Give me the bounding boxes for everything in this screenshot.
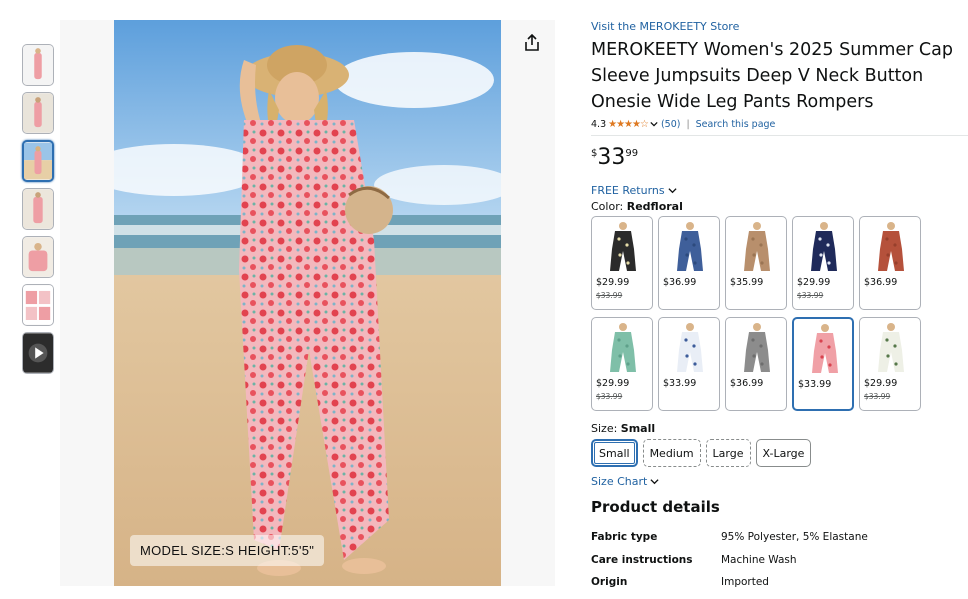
product-title: MEROKEETY Women's 2025 Summer Cap Sleeve… [591,40,953,112]
swatch-list-price: $33.99 [596,291,623,300]
product-photo [114,20,501,586]
color-swatch-khaki[interactable]: $35.99 [725,216,787,310]
thumbnail-2[interactable] [22,92,54,134]
size-options: Small Medium Large X-Large [591,439,968,467]
color-prefix: Color: [591,200,627,213]
model-size-label: MODEL SIZE:S HEIGHT:5'5" [130,535,325,566]
chevron-down-icon [668,188,677,194]
color-swatch-grid: $29.99 $33.99 $36.99 $35.99 $29.99 $33.99 $36.… [591,216,926,411]
color-selected-value: Redfloral [626,200,683,213]
size-chart-label: Size Chart [591,475,648,488]
size-prefix: Size: [591,422,621,435]
free-returns-link[interactable]: FREE Returns [591,184,968,197]
price-whole: 33 [597,145,626,170]
main-product-image[interactable]: MODEL SIZE:S HEIGHT:5'5" [60,20,555,586]
detail-value: 95% Polyester, 5% Elastane [721,531,868,544]
size-label: Size: Small [591,422,968,435]
swatch-price: $36.99 [730,378,764,389]
detail-value: Imported [721,576,769,589]
product-details-heading: Product details [591,498,720,516]
swatch-price: $36.99 [864,277,898,288]
swatch-image [598,322,648,374]
color-swatch-mint[interactable]: $29.99 $33.99 [591,317,653,411]
detail-key: Care instructions [591,553,693,566]
price-fraction: 99 [625,148,639,159]
size-option-small[interactable]: Small [591,439,638,467]
detail-value: Machine Wash [721,553,797,566]
free-returns-label: FREE Returns [591,184,665,197]
size-chart-link[interactable]: Size Chart [591,475,968,488]
share-button[interactable] [519,30,545,56]
chevron-down-icon [650,479,659,485]
swatch-image [732,322,782,374]
separator: | [686,118,690,130]
swatch-price: $36.99 [663,277,697,288]
thumbnail-3-selected[interactable] [22,140,54,182]
color-swatch-black-floral[interactable]: $29.99 $33.99 [591,216,653,310]
color-swatch-rust[interactable]: $36.99 [859,216,921,310]
rating-count-link[interactable]: (50) [661,119,681,130]
size-selected-value: Small [620,422,656,435]
swatch-price: $35.99 [730,277,764,288]
color-swatch-blue[interactable]: $36.99 [658,216,720,310]
color-swatch-red-floral[interactable]: $33.99 [792,317,854,411]
star-rating-icon[interactable]: ★★★★☆ [608,119,649,130]
chevron-down-icon[interactable] [650,120,658,128]
divider [591,135,968,136]
swatch-list-price: $33.99 [596,392,623,401]
swatch-price: $29.99 [797,277,831,288]
size-option-medium[interactable]: Medium [642,439,701,467]
size-option-large[interactable]: Large [705,439,751,467]
thumbnail-4[interactable] [22,188,54,230]
detail-row-origin: Origin Imported [591,571,968,594]
swatch-image [866,221,916,273]
detail-row-care: Care instructions Machine Wash [591,549,968,572]
thumbnail-video[interactable] [22,332,54,374]
swatch-image [866,322,916,374]
swatch-price: $29.99 [864,378,898,389]
price: $ 33 99 [591,146,968,172]
swatch-price: $29.99 [596,378,630,389]
thumbnail-1[interactable] [22,44,54,86]
rating-row: 4.3 ★★★★☆ (50) | Search this page [591,117,968,131]
thumbnail-strip [22,44,56,380]
color-label: Color: Redfloral [591,200,968,213]
swatch-image [800,323,850,375]
swatch-list-price: $33.99 [864,392,891,401]
play-video-icon [23,333,53,373]
color-swatch-white-blue-floral[interactable]: $33.99 [658,317,720,411]
thumbnail-5[interactable] [22,236,54,278]
swatch-price: $33.99 [798,379,832,390]
store-link[interactable]: Visit the MEROKEETY Store [591,20,968,33]
swatch-price: $29.99 [596,277,630,288]
share-icon [525,34,539,51]
detail-key: Origin [591,576,628,589]
search-this-page-link[interactable]: Search this page [696,119,776,130]
swatch-image [732,221,782,273]
thumbnail-6[interactable] [22,284,54,326]
swatch-image [799,221,849,273]
swatch-image [598,221,648,273]
swatch-price: $33.99 [663,378,697,389]
color-swatch-navy-floral[interactable]: $29.99 $33.99 [792,216,854,310]
detail-row-fabric: Fabric type 95% Polyester, 5% Elastane [591,526,968,549]
detail-key: Fabric type [591,531,658,544]
color-swatch-white-green-floral[interactable]: $29.99 $33.99 [859,317,921,411]
swatch-list-price: $33.99 [797,291,824,300]
swatch-image [665,322,715,374]
product-details-column: Visit the MEROKEETY Store MEROKEETY Wome… [591,20,968,594]
rating-value: 4.3 [591,118,607,130]
swatch-image [665,221,715,273]
product-details-table: Fabric type 95% Polyester, 5% Elastane C… [591,526,968,594]
color-swatch-grey[interactable]: $36.99 [725,317,787,411]
size-option-x-large[interactable]: X-Large [755,439,812,467]
